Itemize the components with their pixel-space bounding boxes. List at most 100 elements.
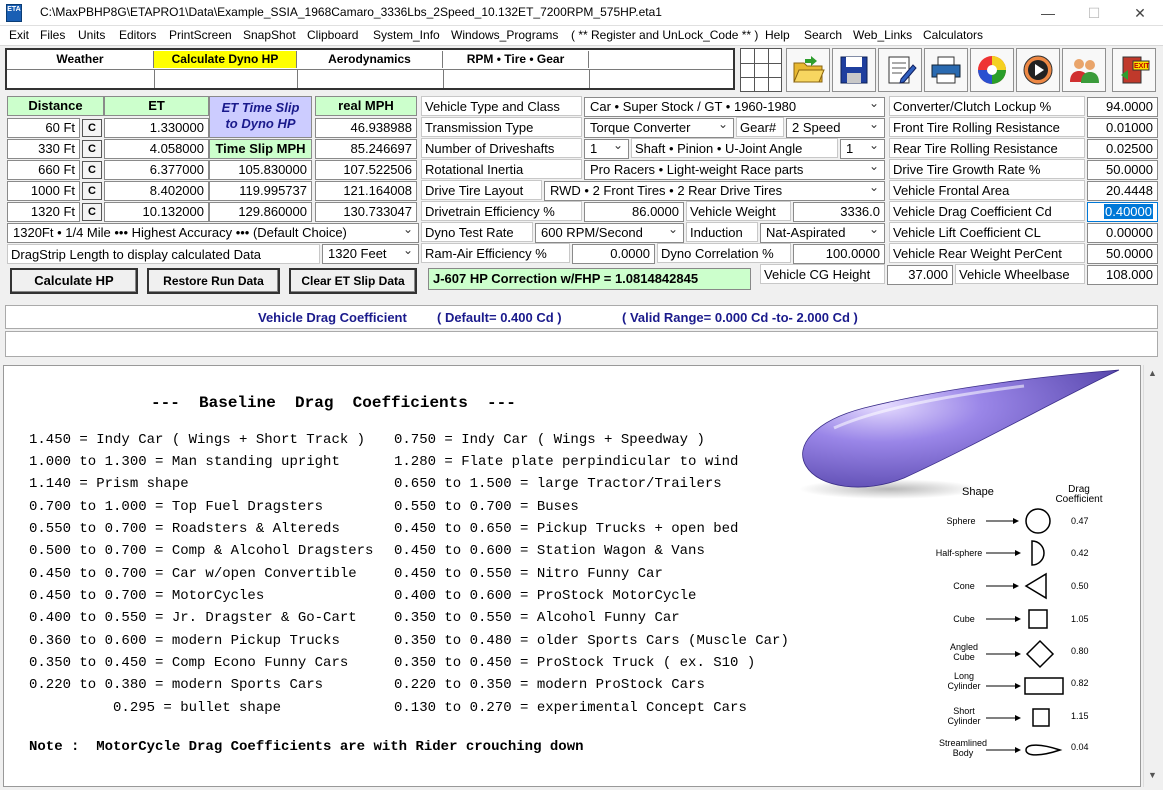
menu-snapshot[interactable]: SnapShot [243, 28, 296, 42]
drag-coefficient-input[interactable]: 0.40000 [1087, 202, 1158, 222]
clear-et-slip-button[interactable]: Clear ET Slip Data [289, 268, 417, 294]
window-title: C:\MaxPBHP8G\ETAPRO1\Data\Example_SSIA_1… [40, 5, 662, 19]
dyno-test-rate-select[interactable]: 600 RPM/Second [535, 223, 684, 243]
slip-mph-input[interactable]: 119.995737 [209, 181, 312, 201]
driveshafts-select[interactable]: 1 [584, 139, 629, 159]
menu-system-info[interactable]: System_Info [373, 28, 440, 42]
accuracy-select[interactable]: 1320Ft • 1/4 Mile ••• Highest Accuracy •… [7, 223, 419, 243]
dyno-correlation-input[interactable]: 100.0000 [793, 244, 885, 264]
menu-web-links[interactable]: Web_Links [853, 28, 912, 42]
menu-exit[interactable]: Exit [9, 28, 29, 42]
vehicle-type-select[interactable]: Car • Super Stock / GT • 1960-1980 [584, 97, 885, 117]
calculate-hp-button[interactable]: Calculate HP [10, 268, 138, 294]
restore-run-data-button[interactable]: Restore Run Data [147, 268, 280, 294]
shape-name: Long Cylinder [947, 671, 981, 691]
frontal-area-input[interactable]: 20.4448 [1087, 181, 1158, 201]
menu-calculators[interactable]: Calculators [923, 28, 983, 42]
rotational-inertia-select[interactable]: Pro Racers • Light-weight Race parts [584, 160, 885, 180]
dragstrip-length-label: DragStrip Length to display calculated D… [7, 244, 320, 264]
menu-help[interactable]: Help [765, 28, 790, 42]
tab-weather[interactable]: Weather [7, 51, 154, 68]
app-icon: ETA [6, 4, 22, 22]
shape-name: Cone [953, 581, 975, 591]
exit-door-icon: EXIT [1121, 56, 1150, 84]
transmission-type-select[interactable]: Torque Converter [584, 118, 734, 138]
tire-growth-label: Drive Tire Growth Rate % [889, 159, 1085, 179]
induction-select[interactable]: Nat-Aspirated [760, 223, 885, 243]
clear-row-button[interactable]: C [82, 182, 102, 200]
scroll-up-icon[interactable]: ▲ [1148, 368, 1157, 378]
drive-tire-layout-select[interactable]: RWD • 2 Front Tires • 2 Rear Drive Tires [544, 181, 885, 201]
grid-layout-icon[interactable] [740, 48, 782, 92]
lockup-input[interactable]: 94.0000 [1087, 97, 1158, 117]
left-row: 0.220 to 0.380 = modern Sports Cars [29, 677, 324, 693]
real-mph-header: real MPH [315, 96, 417, 116]
menu-clipboard[interactable]: Clipboard [307, 28, 358, 42]
ujoint-angle-select[interactable]: 1 [840, 139, 885, 159]
tab-rpm-tire-gear[interactable]: RPM • Tire • Gear [443, 51, 589, 68]
front-rolling-resistance-input[interactable]: 0.01000 [1087, 118, 1158, 138]
et-input[interactable]: 10.132000 [104, 202, 209, 222]
cg-height-input[interactable]: 37.000 [887, 265, 953, 285]
menu-register[interactable]: ( ** Register and UnLock_Code ** ) [571, 28, 758, 42]
gear-select[interactable]: 2 Speed [786, 118, 885, 138]
rear-rolling-resistance-input[interactable]: 0.02500 [1087, 139, 1158, 159]
close-button[interactable]: ✕ [1117, 0, 1163, 26]
menu-editors[interactable]: Editors [119, 28, 156, 42]
et-slip-header: ET Time Slip to Dyno HP [209, 96, 312, 138]
et-input[interactable]: 8.402000 [104, 181, 209, 201]
rear-weight-input[interactable]: 50.0000 [1087, 244, 1158, 264]
menu-search[interactable]: Search [804, 28, 842, 42]
right-row: 1.280 = Flate plate perpindicular to win… [394, 454, 739, 470]
real-mph-value: 121.164008 [315, 181, 417, 201]
edit-button[interactable] [878, 48, 922, 92]
ram-air-efficiency-label: Ram-Air Efficiency % [421, 243, 570, 263]
color-button[interactable] [970, 48, 1014, 92]
minimize-button[interactable]: — [1025, 0, 1071, 26]
ram-air-efficiency-input[interactable]: 0.0000 [572, 244, 655, 264]
play-button[interactable] [1016, 48, 1060, 92]
et-input[interactable]: 6.377000 [104, 160, 209, 180]
shape-cd: 1.15 [1071, 711, 1089, 721]
slip-mph-input[interactable]: 129.860000 [209, 202, 312, 222]
save-button[interactable] [832, 48, 876, 92]
clear-row-button[interactable]: C [82, 140, 102, 158]
shape-cd: 0.80 [1071, 646, 1089, 656]
vertical-scrollbar[interactable]: ▲ ▼ [1143, 365, 1160, 787]
et-input[interactable]: 1.330000 [104, 118, 209, 138]
vehicle-weight-input[interactable]: 3336.0 [793, 202, 885, 222]
cg-height-label: Vehicle CG Height [760, 264, 885, 284]
clear-row-button[interactable]: C [82, 119, 102, 137]
et-input[interactable]: 4.058000 [104, 139, 209, 159]
left-row: 0.400 to 0.550 = Jr. Dragster & Go-Cart [29, 610, 357, 626]
shape-cd: 1.05 [1071, 614, 1089, 624]
clear-row-button[interactable]: C [82, 161, 102, 179]
drivetrain-efficiency-input[interactable]: 86.0000 [584, 202, 684, 222]
shape-cd: 0.50 [1071, 581, 1089, 591]
lift-coefficient-input[interactable]: 0.00000 [1087, 223, 1158, 243]
users-button[interactable] [1062, 48, 1106, 92]
cone-shape [1024, 572, 1047, 600]
shape-name: Sphere [946, 516, 976, 526]
menu-files[interactable]: Files [40, 28, 65, 42]
sphere-shape [1025, 508, 1051, 534]
tab-calculate-dyno-hp[interactable]: Calculate Dyno HP [154, 51, 297, 68]
menu-units[interactable]: Units [78, 28, 105, 42]
tab-aerodynamics[interactable]: Aerodynamics [297, 51, 443, 68]
right-row: 0.450 to 0.650 = Pickup Trucks + open be… [394, 521, 739, 537]
slip-mph-input[interactable]: 105.830000 [209, 160, 312, 180]
menu-printscreen[interactable]: PrintScreen [169, 28, 232, 42]
scroll-down-icon[interactable]: ▼ [1148, 770, 1157, 780]
tire-growth-input[interactable]: 50.0000 [1087, 160, 1158, 180]
info-range: ( Valid Range= 0.000 Cd -to- 2.000 Cd ) [622, 310, 858, 325]
maximize-button[interactable]: ☐ [1071, 0, 1117, 26]
menu-windows-programs[interactable]: Windows_Programs [451, 28, 558, 42]
dragstrip-length-select[interactable]: 1320 Feet [322, 244, 419, 264]
clear-row-button[interactable]: C [82, 203, 102, 221]
open-folder-button[interactable] [786, 48, 830, 92]
distance-label: 60 Ft [7, 118, 80, 138]
real-mph-value: 130.733047 [315, 202, 417, 222]
print-button[interactable] [924, 48, 968, 92]
exit-button[interactable]: EXIT [1112, 48, 1156, 92]
wheelbase-input[interactable]: 108.000 [1087, 265, 1158, 285]
